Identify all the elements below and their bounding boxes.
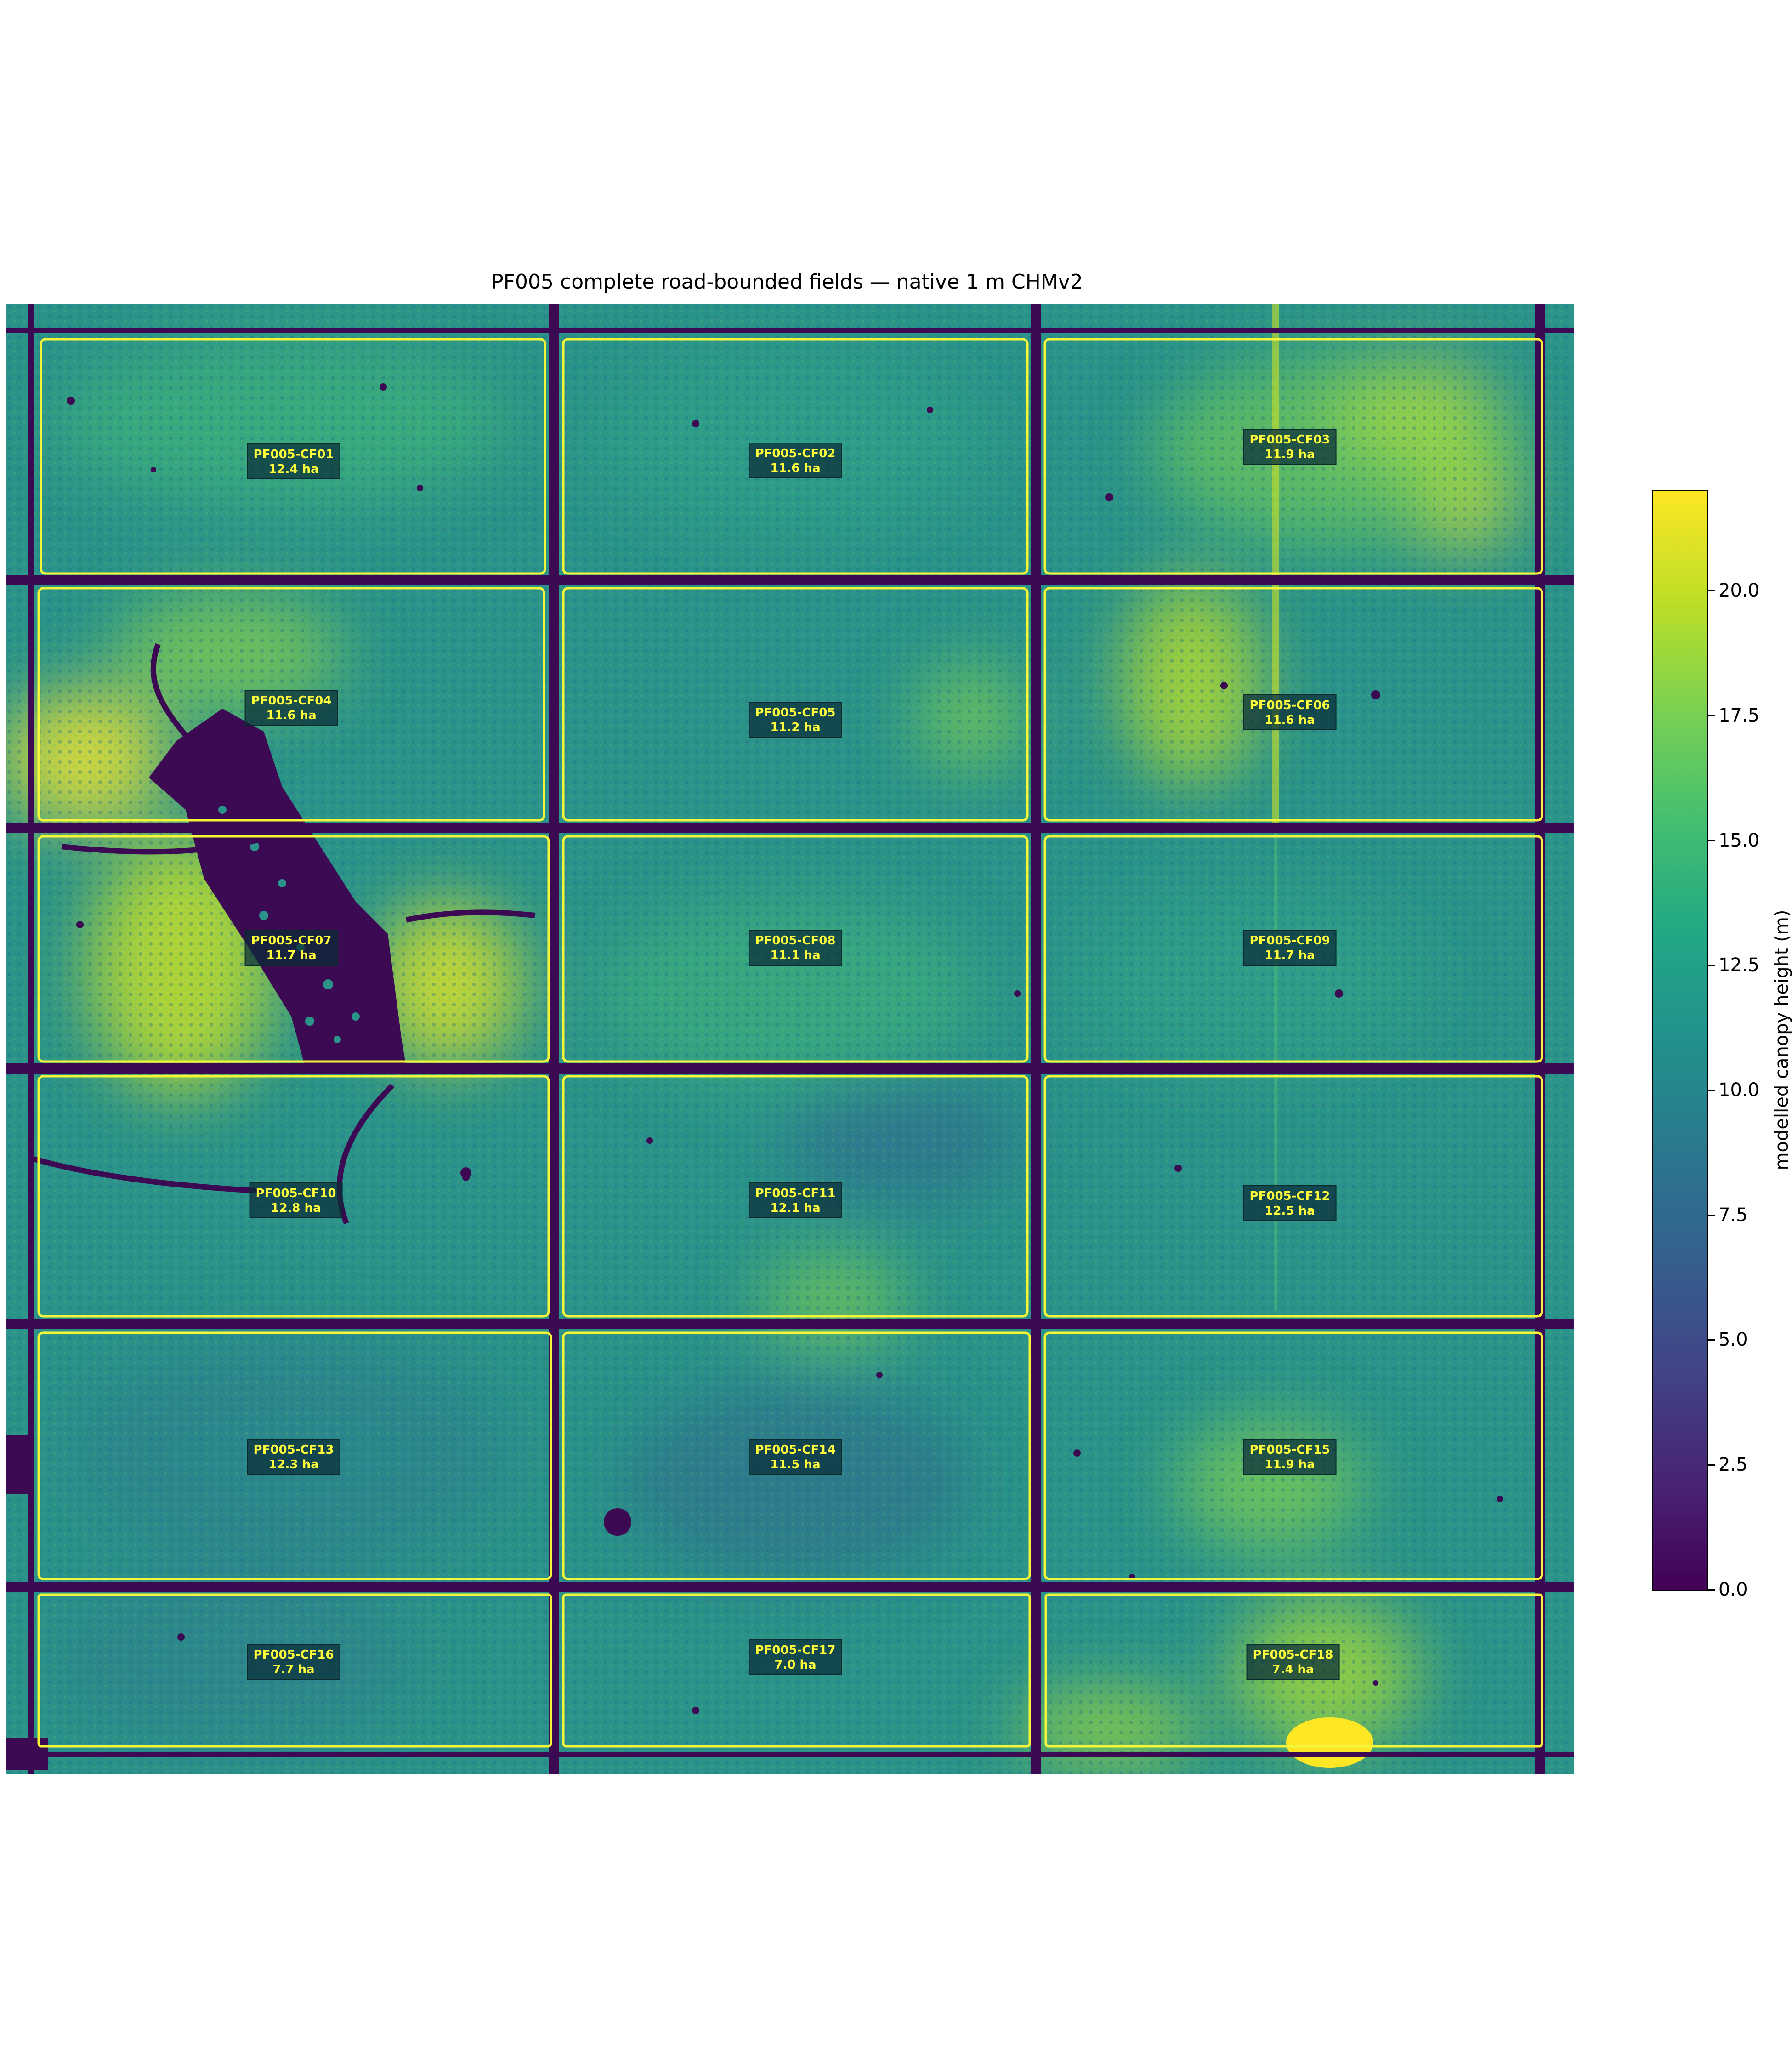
field-label-cf02: PF005-CF02 11.6 ha (749, 443, 842, 478)
field-label-cf16: PF005-CF16 7.7 ha (247, 1644, 340, 1680)
colorbar-tick-label: 5.0 (1718, 1329, 1748, 1350)
field-label-cf07: PF005-CF07 11.7 ha (244, 930, 338, 966)
field-label-cf11: PF005-CF11 12.1 ha (749, 1182, 842, 1218)
colorbar-tick-label: 12.5 (1718, 954, 1760, 976)
field-label-cf01: PF005-CF01 12.4 ha (247, 443, 340, 479)
colorbar-tick (1708, 715, 1715, 716)
field-label-cf04: PF005-CF04 11.6 ha (244, 690, 338, 726)
colorbar-tick-label: 7.5 (1718, 1204, 1748, 1226)
colorbar-axis-label: modelled canopy height (m) (1771, 909, 1792, 1170)
field-label-cf09: PF005-CF09 11.7 ha (1243, 930, 1337, 966)
field-label-cf05: PF005-CF05 11.2 ha (749, 702, 842, 738)
field-label-cf14: PF005-CF14 11.5 ha (749, 1439, 842, 1475)
figure-title: PF005 complete road-bounded fields — nat… (491, 270, 1083, 294)
colorbar-tick (1708, 1090, 1715, 1091)
colorbar-tick (1708, 1215, 1715, 1216)
colorbar: 0.0 2.5 5.0 7.5 10.0 12.5 15.0 17.5 20.0 (1652, 490, 1759, 1600)
colorbar-tick-label: 10.0 (1718, 1079, 1760, 1101)
colorbar-tick (1708, 840, 1715, 841)
field-label-cf10: PF005-CF10 12.8 ha (249, 1182, 343, 1218)
colorbar-tick-label: 20.0 (1718, 580, 1760, 601)
field-label-cf17: PF005-CF17 7.0 ha (749, 1639, 842, 1675)
field-label-cf18: PF005-CF18 7.4 ha (1246, 1644, 1340, 1680)
canopy-height-raster (6, 304, 1574, 1774)
colorbar-tick-label: 2.5 (1718, 1454, 1748, 1475)
colorbar-tick (1708, 965, 1715, 966)
field-label-cf13: PF005-CF13 12.3 ha (247, 1439, 340, 1475)
colorbar-tick (1708, 1464, 1715, 1466)
colorbar-tick (1708, 1589, 1715, 1591)
colorbar-tick-label: 0.0 (1718, 1579, 1748, 1600)
colorbar-gradient (1652, 490, 1708, 1591)
colorbar-tick-label: 17.5 (1718, 705, 1760, 726)
field-label-cf08: PF005-CF08 11.1 ha (749, 930, 842, 966)
colorbar-tick (1708, 590, 1715, 591)
colorbar-tick-label: 15.0 (1718, 830, 1760, 851)
colorbar-tick (1708, 1339, 1715, 1341)
field-label-cf06: PF005-CF06 11.6 ha (1243, 694, 1337, 730)
field-label-cf15: PF005-CF15 11.9 ha (1243, 1439, 1337, 1475)
field-label-cf12: PF005-CF12 12.5 ha (1243, 1185, 1337, 1221)
field-label-cf03: PF005-CF03 11.9 ha (1243, 429, 1337, 465)
canopy-height-map: PF005-CF01 12.4 ha PF005-CF02 11.6 ha PF00… (6, 304, 1574, 1774)
